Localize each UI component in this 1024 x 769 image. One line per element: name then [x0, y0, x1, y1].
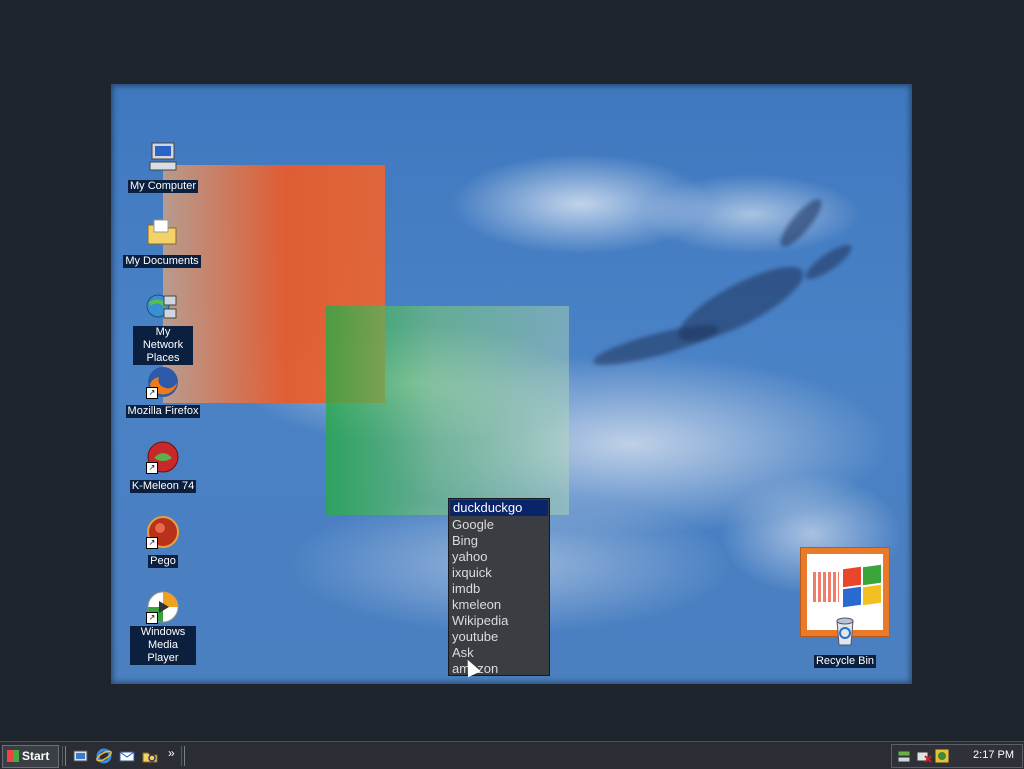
desktop-icon-my-network-places[interactable]: My Network Places — [123, 290, 203, 366]
media-tray-icon[interactable] — [934, 748, 950, 764]
desktop-icon-windows-media-player[interactable]: ↗ Windows Media Player — [123, 590, 203, 666]
shortcut-arrow-icon: ↗ — [146, 387, 158, 399]
dropdown-option[interactable]: Bing — [449, 533, 549, 549]
system-tray: 2:17 PM — [891, 744, 1023, 768]
kmeleon-icon: ↗ — [146, 440, 180, 474]
media-player-icon: ↗ — [146, 590, 180, 624]
network-tray-icon[interactable] — [896, 748, 912, 764]
desktop-icon-pego[interactable]: ↗ Pego — [123, 515, 203, 569]
desktop-icon-my-computer[interactable]: My Computer — [123, 140, 203, 194]
shortcut-arrow-icon: ↗ — [146, 537, 158, 549]
network-icon — [146, 290, 180, 324]
dropdown-option[interactable]: Google — [449, 517, 549, 533]
outlook-icon[interactable] — [119, 748, 135, 764]
recycle-bin-icon — [828, 615, 862, 649]
dropdown-option[interactable]: ixquick — [449, 565, 549, 581]
desktop-icon-my-documents[interactable]: My Documents — [122, 215, 202, 269]
logo-trail — [813, 572, 839, 602]
desktop-icon-label: My Documents — [123, 255, 201, 268]
desktop-icon-k-meleon[interactable]: ↗ K-Meleon 74 — [123, 440, 203, 494]
start-label: Start — [22, 749, 50, 763]
dropdown-option[interactable]: youtube — [449, 629, 549, 645]
desktop-icon-mozilla-firefox[interactable]: ↗ Mozilla Firefox — [123, 365, 203, 419]
desktop-icon-label: My Computer — [127, 180, 199, 193]
quick-launch-overflow-button[interactable]: » — [168, 746, 175, 760]
security-tray-icon[interactable] — [916, 748, 932, 764]
folder-icon — [145, 215, 179, 249]
internet-explorer-icon[interactable] — [96, 748, 112, 764]
desktop-icon-label: Pego — [148, 555, 178, 568]
desktop-icon-label: Windows Media Player — [130, 626, 196, 665]
desktop-icon-label: K-Meleon 74 — [129, 480, 197, 493]
start-button[interactable]: Start — [2, 745, 59, 768]
shortcut-arrow-icon: ↗ — [146, 612, 158, 624]
desktop-icon-recycle-bin[interactable]: Recycle Bin — [805, 615, 885, 669]
firefox-icon: ↗ — [146, 365, 180, 399]
dropdown-option[interactable]: kmeleon — [449, 597, 549, 613]
clock: 2:17 PM — [973, 749, 1014, 761]
windows-flag-icon — [7, 750, 19, 762]
desktop-icon-label: Recycle Bin — [813, 655, 877, 668]
computer-icon — [146, 140, 180, 174]
desktop-overlay-green — [326, 306, 569, 515]
taskbar: Start » 2:17 PM — [0, 741, 1024, 769]
show-desktop-icon[interactable] — [73, 748, 89, 764]
dropdown-option[interactable]: duckduckgo — [450, 500, 548, 516]
desktop-icon-label: Mozilla Firefox — [125, 405, 201, 418]
dropdown-option[interactable]: Wikipedia — [449, 613, 549, 629]
dropdown-option[interactable]: yahoo — [449, 549, 549, 565]
desktop-icon-label: My Network Places — [133, 326, 193, 365]
explorer-icon[interactable] — [142, 748, 158, 764]
pego-icon: ↗ — [146, 515, 180, 549]
taskbar-separator — [62, 746, 66, 766]
dropdown-option[interactable]: imdb — [449, 581, 549, 597]
taskbar-separator — [181, 746, 185, 766]
shortcut-arrow-icon: ↗ — [146, 462, 158, 474]
search-engine-dropdown[interactable]: duckduckgo Google Bing yahoo ixquick imdb kmel… — [448, 498, 550, 676]
dropdown-option[interactable]: Ask — [449, 645, 549, 661]
